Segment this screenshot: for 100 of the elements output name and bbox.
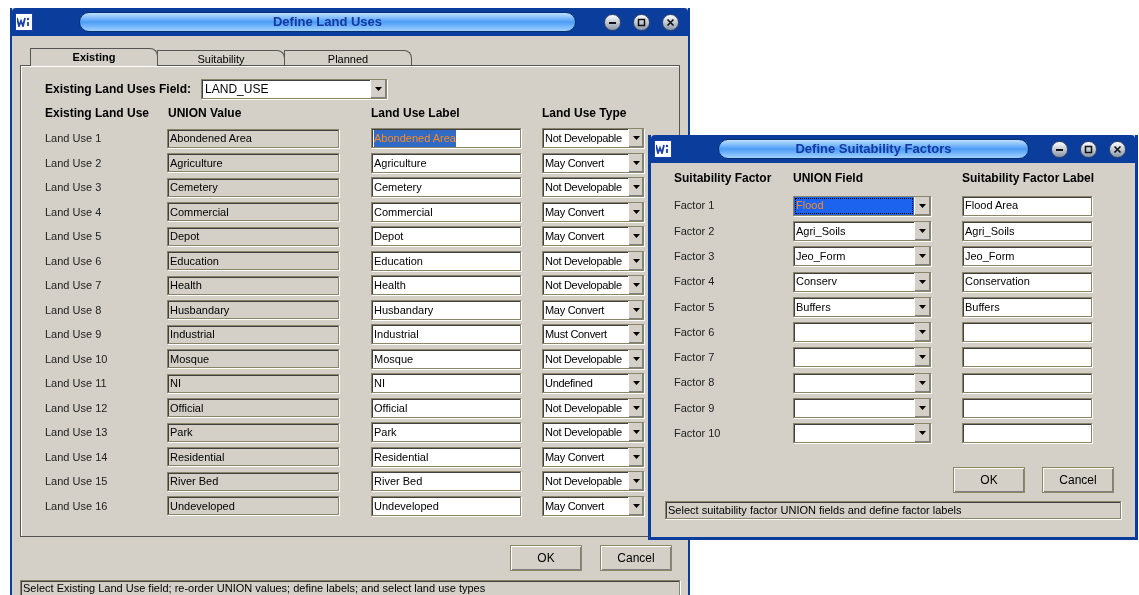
- label-input[interactable]: Education: [371, 250, 521, 271]
- app-logo-icon[interactable]: [15, 13, 33, 31]
- close-icon: [666, 17, 675, 27]
- union-field-dropdown[interactable]: Agri_Soils: [793, 220, 931, 241]
- land-use-type-dropdown[interactable]: Not Developable: [542, 250, 644, 271]
- label-input[interactable]: Industrial: [371, 324, 521, 345]
- close-button[interactable]: [1109, 140, 1126, 158]
- land-use-type-dropdown[interactable]: May Convert: [542, 299, 644, 320]
- factor-label-input[interactable]: [962, 372, 1092, 393]
- dialog-button[interactable]: OK: [953, 466, 1025, 493]
- dropdown-arrow-button[interactable]: [628, 251, 643, 270]
- land-use-name: Land Use 9: [45, 327, 103, 342]
- label-input[interactable]: Depot: [371, 226, 521, 247]
- land-use-type-dropdown[interactable]: Not Developable: [542, 348, 644, 369]
- land-use-type-dropdown[interactable]: May Convert: [542, 446, 644, 467]
- label-input[interactable]: Mosque: [371, 348, 521, 369]
- maximize-button[interactable]: [633, 13, 650, 31]
- union-field-dropdown[interactable]: [793, 398, 931, 418]
- label-input[interactable]: Official: [371, 397, 521, 418]
- label-input[interactable]: Residential: [371, 446, 521, 467]
- land-use-type-dropdown[interactable]: Not Developable: [542, 177, 644, 198]
- label-input[interactable]: Park: [371, 422, 521, 443]
- land-use-type-dropdown[interactable]: Undefined: [542, 373, 644, 394]
- factor-label-input[interactable]: Buffers: [962, 296, 1092, 317]
- maximize-button[interactable]: [1080, 140, 1097, 158]
- union-field-dropdown[interactable]: Conserv: [793, 271, 931, 292]
- union-field-dropdown[interactable]: [793, 372, 931, 393]
- field-dropdown[interactable]: LAND_USE: [201, 79, 388, 99]
- factor-label-input[interactable]: Agri_Soils: [962, 220, 1092, 241]
- dropdown-arrow-button[interactable]: [628, 276, 643, 295]
- dropdown-arrow-button[interactable]: [628, 496, 643, 515]
- factor-label-input[interactable]: Flood Area: [962, 195, 1092, 216]
- dropdown-arrow-button[interactable]: [370, 80, 387, 98]
- factor-label-input[interactable]: [962, 347, 1092, 368]
- label-input[interactable]: NI: [371, 373, 521, 394]
- label-input[interactable]: Undeveloped: [371, 495, 521, 516]
- land-use-type-dropdown[interactable]: May Convert: [542, 152, 644, 173]
- factor-label-input[interactable]: [962, 398, 1092, 418]
- union-field-dropdown[interactable]: [793, 322, 931, 343]
- dialog-button[interactable]: Cancel: [1042, 466, 1114, 493]
- minimize-button[interactable]: [604, 13, 621, 31]
- dropdown-arrow-button[interactable]: [914, 247, 930, 266]
- label-input[interactable]: Husbandary: [371, 299, 521, 320]
- land-use-type-dropdown[interactable]: Not Developable: [542, 422, 644, 443]
- label-input[interactable]: Commercial: [371, 201, 521, 222]
- dropdown-arrow-button[interactable]: [628, 202, 643, 221]
- tab[interactable]: Suitability: [157, 50, 285, 65]
- land-use-type-dropdown[interactable]: May Convert: [542, 226, 644, 247]
- land-use-type-dropdown[interactable]: May Convert: [542, 201, 644, 222]
- land-use-type-dropdown[interactable]: Not Developable: [542, 397, 644, 418]
- dropdown-arrow-button[interactable]: [914, 348, 930, 367]
- land-use-name: Land Use 15: [45, 474, 109, 489]
- dropdown-arrow-button[interactable]: [628, 472, 643, 491]
- label-input[interactable]: Agriculture: [371, 152, 521, 173]
- dropdown-arrow-button[interactable]: [628, 227, 643, 246]
- dialog-button[interactable]: Cancel: [600, 545, 672, 571]
- label-input[interactable]: Cemetery: [371, 177, 521, 198]
- union-field-dropdown[interactable]: [793, 423, 931, 444]
- dropdown-arrow-button[interactable]: [628, 129, 643, 148]
- union-value-cell: Mosque: [167, 349, 339, 369]
- tab[interactable]: Planned: [284, 50, 412, 65]
- dialog-button[interactable]: OK: [510, 545, 582, 571]
- dropdown-arrow-button[interactable]: [914, 399, 930, 417]
- land-use-type-dropdown[interactable]: Must Convert: [542, 324, 644, 345]
- dropdown-arrow-button[interactable]: [628, 153, 643, 172]
- dropdown-arrow-button[interactable]: [628, 300, 643, 319]
- union-field-dropdown[interactable]: [793, 347, 931, 368]
- land-use-type-dropdown[interactable]: May Convert: [542, 495, 644, 516]
- land-use-type-dropdown[interactable]: Not Developable: [542, 128, 644, 149]
- union-field-dropdown[interactable]: Buffers: [793, 296, 931, 317]
- factor-label-input[interactable]: [962, 423, 1092, 444]
- dropdown-arrow-button[interactable]: [628, 398, 643, 417]
- dropdown-arrow-button[interactable]: [628, 349, 643, 368]
- dropdown-arrow-button[interactable]: [914, 196, 930, 215]
- land-use-name: Land Use 8: [45, 302, 103, 318]
- minimize-button[interactable]: [1051, 140, 1068, 158]
- land-use-type-dropdown[interactable]: Not Developable: [542, 471, 644, 492]
- close-button[interactable]: [662, 13, 679, 31]
- dropdown-arrow-button[interactable]: [628, 447, 643, 466]
- dropdown-arrow-button[interactable]: [628, 178, 643, 197]
- dropdown-arrow-button[interactable]: [914, 272, 930, 291]
- tab[interactable]: Existing: [30, 48, 158, 66]
- land-use-type-dropdown[interactable]: Not Developable: [542, 275, 644, 296]
- union-field-dropdown[interactable]: Jeo_Form: [793, 246, 931, 267]
- app-logo-icon[interactable]: [654, 140, 672, 158]
- dropdown-arrow-button[interactable]: [914, 297, 930, 316]
- caret-down-icon: [632, 503, 640, 508]
- factor-label-input[interactable]: Conservation: [962, 271, 1092, 292]
- land-use-name: Land Use 13: [45, 425, 109, 440]
- dropdown-arrow-button[interactable]: [914, 424, 930, 443]
- label-input[interactable]: Health: [371, 275, 521, 296]
- dropdown-arrow-button[interactable]: [628, 374, 643, 393]
- factor-label-input[interactable]: [962, 322, 1092, 343]
- dropdown-arrow-button[interactable]: [628, 423, 643, 442]
- label-input[interactable]: River Bed: [371, 471, 521, 492]
- dropdown-arrow-button[interactable]: [628, 325, 643, 344]
- dropdown-arrow-button[interactable]: [914, 221, 930, 240]
- factor-label-input[interactable]: Jeo_Form: [962, 246, 1092, 267]
- dropdown-arrow-button[interactable]: [914, 373, 930, 392]
- dropdown-arrow-button[interactable]: [914, 323, 930, 342]
